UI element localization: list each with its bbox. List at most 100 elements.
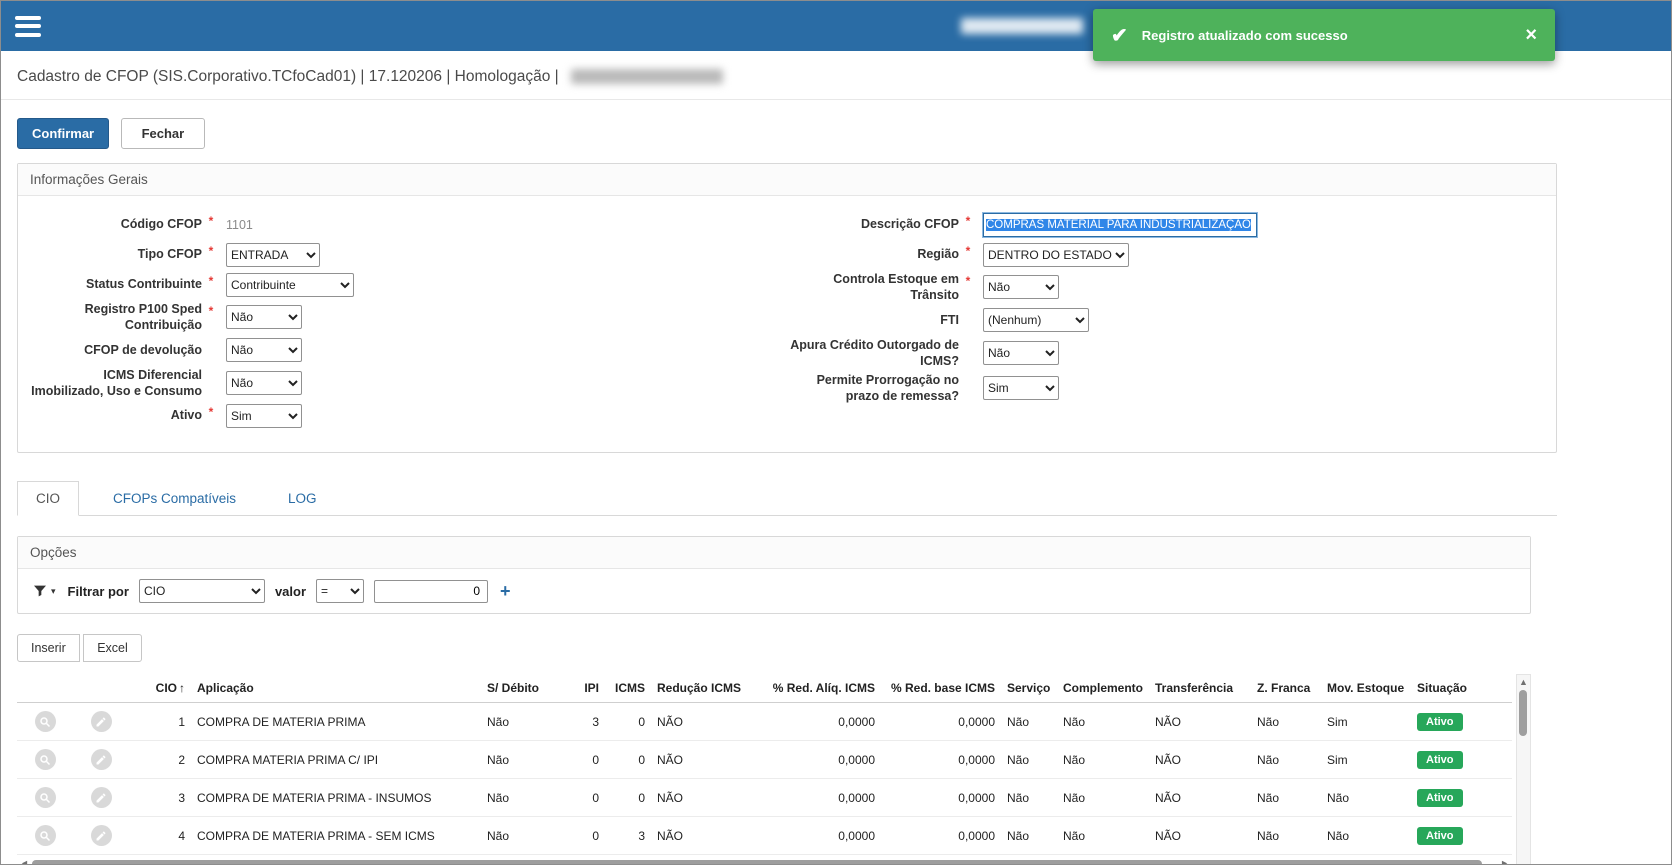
ativo-select[interactable]: Sim <box>226 404 302 428</box>
view-row-button[interactable] <box>35 787 56 808</box>
table-row[interactable]: 1 COMPRA DE MATERIA PRIMA Não 3 0 NÃO 0,… <box>17 703 1512 741</box>
tipo-cfop-select[interactable]: ENTRADA <box>226 243 320 267</box>
edit-row-button[interactable] <box>91 787 112 808</box>
view-row-button[interactable] <box>35 711 56 732</box>
table-cell: Não <box>1251 817 1321 855</box>
table-cell: Não <box>481 741 559 779</box>
permite-prorrogacao-select[interactable]: Sim <box>983 376 1059 400</box>
header-perc-red-aliq[interactable]: % Red. Alíq. ICMS <box>755 674 881 703</box>
header-z-franca[interactable]: Z. Franca <box>1251 674 1321 703</box>
filter-value-input[interactable] <box>374 580 488 603</box>
toast-notification: ✔ Registro atualizado com sucesso × <box>1093 9 1555 61</box>
action-bar: Confirmar Fechar <box>17 118 1655 149</box>
header-reducao-icms[interactable]: Redução ICMS <box>651 674 755 703</box>
view-row-button[interactable] <box>35 749 56 770</box>
scroll-left-icon[interactable]: ◄ <box>20 859 29 865</box>
field-ativo: Ativo * Sim <box>30 402 787 429</box>
options-panel: Opções ▾ Filtrar por CIO valor = + <box>17 536 1531 614</box>
header-ipi[interactable]: IPI <box>559 674 605 703</box>
cfop-devolucao-select[interactable]: Não <box>226 338 302 362</box>
scrollbar-thumb[interactable] <box>1519 690 1527 736</box>
scrollbar-thumb[interactable] <box>32 860 1483 865</box>
table-cell: Não <box>1057 741 1149 779</box>
pencil-icon <box>95 716 107 728</box>
edit-row-button[interactable] <box>91 749 112 770</box>
tab-log[interactable]: LOG <box>270 482 335 515</box>
scroll-right-icon[interactable]: ► <box>1500 859 1509 865</box>
descricao-cfop-input[interactable]: COMPRAS MATERIAL PARA INDUSTRIALIZAÇÃO <box>983 213 1257 237</box>
header-icms[interactable]: ICMS <box>605 674 651 703</box>
grid-section: CIO↑ Aplicação S/ Débito IPI ICMS Reduçã… <box>17 674 1531 865</box>
controla-estoque-select[interactable]: Não <box>983 275 1059 299</box>
insert-button[interactable]: Inserir <box>17 634 80 662</box>
scroll-up-icon[interactable]: ▲ <box>1519 678 1528 687</box>
required-asterisk <box>959 337 977 340</box>
confirm-button[interactable]: Confirmar <box>17 118 109 149</box>
status-badge: Ativo <box>1417 789 1463 807</box>
filter-operator-select[interactable]: = <box>316 579 364 603</box>
menu-icon[interactable] <box>15 16 43 37</box>
header-situacao[interactable]: Situação <box>1411 674 1512 703</box>
table-cell: 0,0000 <box>755 703 881 741</box>
field-label: Tipo CFOP <box>30 246 202 262</box>
header-view <box>17 674 73 703</box>
scrollbar-track[interactable] <box>1519 690 1528 865</box>
apura-credito-select[interactable]: Não <box>983 341 1059 365</box>
header-complemento[interactable]: Complemento <box>1057 674 1149 703</box>
vertical-scrollbar[interactable]: ▲ ▼ <box>1516 674 1531 865</box>
scrollbar-track[interactable] <box>32 859 1497 865</box>
table-row[interactable]: 2 COMPRA MATERIA PRIMA C/ IPI Não 0 0 NÃ… <box>17 741 1512 779</box>
app-window: ✔ Registro atualizado com sucesso × Cada… <box>0 0 1672 865</box>
header-cio[interactable]: CIO↑ <box>129 674 191 703</box>
required-asterisk: * <box>202 211 220 228</box>
field-label: Região <box>787 246 959 262</box>
header-aplicacao[interactable]: Aplicação <box>191 674 481 703</box>
table-cell: Não <box>1001 817 1057 855</box>
filter-field-select[interactable]: CIO <box>139 579 265 603</box>
tab-cfops-compativeis[interactable]: CFOPs Compatíveis <box>95 482 254 515</box>
field-tipo-cfop: Tipo CFOP * ENTRADA <box>30 241 787 268</box>
regiao-select[interactable]: DENTRO DO ESTADO <box>983 243 1129 267</box>
table-cell: NÃO <box>1149 779 1251 817</box>
horizontal-scrollbar[interactable]: ◄ ► <box>17 855 1512 865</box>
tab-cio[interactable]: CIO <box>17 481 79 516</box>
table-cell: NÃO <box>1149 741 1251 779</box>
general-info-form: Código CFOP * 1101 Tipo CFOP * ENTRADA S… <box>18 196 1556 452</box>
required-asterisk <box>202 367 220 370</box>
edit-row-button[interactable] <box>91 825 112 846</box>
table-cell: Sim <box>1321 741 1411 779</box>
view-row-button[interactable] <box>35 825 56 846</box>
table-cell: 0,0000 <box>881 741 1001 779</box>
table-cell: NÃO <box>651 703 755 741</box>
filter-icon[interactable]: ▾ <box>30 581 58 601</box>
icms-diferencial-select[interactable]: Não <box>226 371 302 395</box>
status-badge: Ativo <box>1417 713 1463 731</box>
excel-button[interactable]: Excel <box>83 634 142 662</box>
table-cell: 0 <box>559 779 605 817</box>
field-fti: FTI (Nenhum) <box>787 307 1544 334</box>
field-label: Registro P100 Sped Contribuição <box>30 301 202 334</box>
table-cell: 0,0000 <box>881 703 1001 741</box>
close-icon[interactable]: × <box>1525 25 1537 45</box>
close-button[interactable]: Fechar <box>121 118 206 149</box>
header-mov-estoque[interactable]: Mov. Estoque <box>1321 674 1411 703</box>
main-content: Confirmar Fechar Informações Gerais Códi… <box>1 118 1671 865</box>
table-cell: 0 <box>559 741 605 779</box>
table-row[interactable]: 4 COMPRA DE MATERIA PRIMA - SEM ICMS Não… <box>17 817 1512 855</box>
chevron-down-icon: ▾ <box>51 586 56 597</box>
header-perc-red-base[interactable]: % Red. base ICMS <box>881 674 1001 703</box>
registro-p100-select[interactable]: Não <box>226 305 302 329</box>
status-contribuinte-select[interactable]: Contribuinte <box>226 273 354 297</box>
status-badge: Ativo <box>1417 827 1463 845</box>
add-filter-button[interactable]: + <box>498 581 513 602</box>
table-row[interactable]: 3 COMPRA DE MATERIA PRIMA - INSUMOS Não … <box>17 779 1512 817</box>
header-transferencia[interactable]: Transferência <box>1149 674 1251 703</box>
required-asterisk <box>959 372 977 375</box>
panel-title: Opções <box>18 537 1530 569</box>
edit-row-button[interactable] <box>91 711 112 732</box>
table-cell: COMPRA DE MATERIA PRIMA <box>191 703 481 741</box>
fti-select[interactable]: (Nenhum) <box>983 308 1089 332</box>
header-servico[interactable]: Serviço <box>1001 674 1057 703</box>
header-s-debito[interactable]: S/ Débito <box>481 674 559 703</box>
table-cell: NÃO <box>1149 703 1251 741</box>
